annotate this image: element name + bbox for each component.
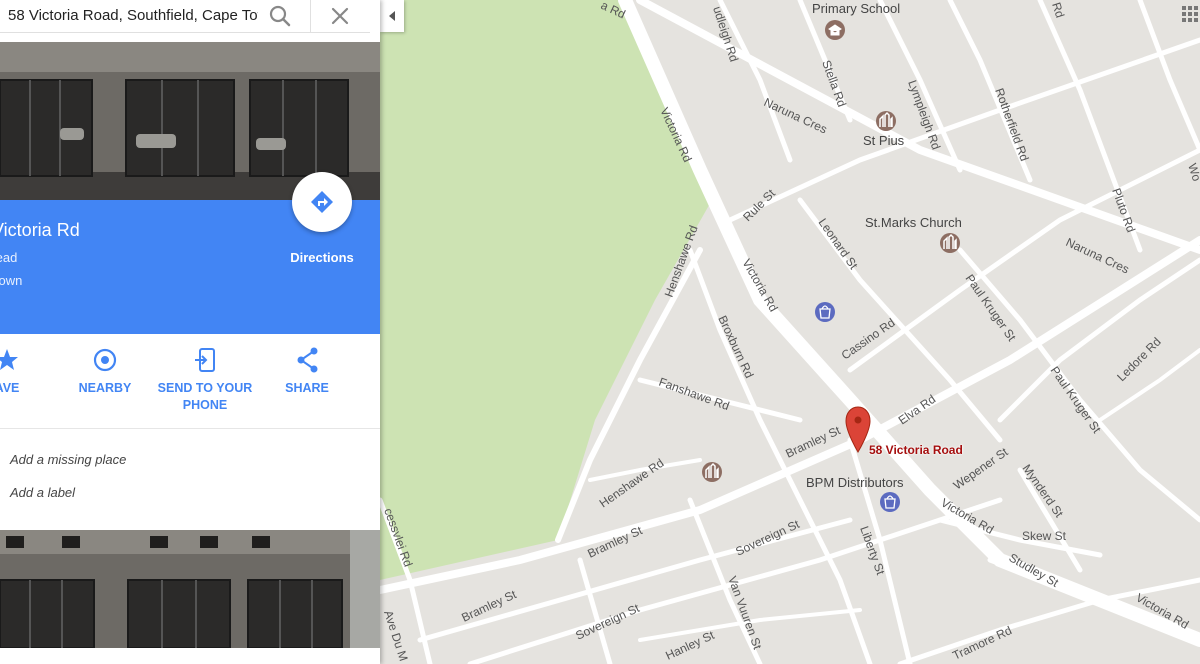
place-panel: Victoria Rd tead Town Directions AVE <box>0 0 380 664</box>
poi-label-primary-school[interactable]: Primary School <box>812 1 900 16</box>
send-to-phone-icon <box>195 348 215 372</box>
nearby-icon <box>93 348 117 372</box>
directions-icon <box>311 191 333 213</box>
action-label: SHARE <box>285 381 329 395</box>
send-to-phone-button[interactable]: SEND TO YOUR PHONE <box>150 334 260 424</box>
close-button[interactable] <box>326 3 354 29</box>
search-icon <box>269 5 291 27</box>
search-divider <box>310 0 311 32</box>
street-label-skew-st: Skew St <box>1022 529 1067 543</box>
place-subtitle: tead <box>0 250 18 265</box>
poi-label-bpm-distributors[interactable]: BPM Distributors <box>806 475 904 490</box>
search-input[interactable] <box>8 7 258 24</box>
shopping-icon[interactable] <box>880 492 900 512</box>
directions-button[interactable] <box>292 172 352 232</box>
apps-grid-icon[interactable] <box>1180 4 1200 24</box>
shopping-icon[interactable] <box>815 302 835 322</box>
action-label: SEND TO YOUR PHONE <box>157 381 253 412</box>
search-bar <box>0 0 370 33</box>
search-button[interactable] <box>266 3 294 29</box>
poi-label-st-pius[interactable]: St Pius <box>863 133 905 148</box>
add-missing-place-link[interactable]: Add a missing place <box>10 452 126 467</box>
add-label-link[interactable]: Add a label <box>10 485 75 500</box>
pin-label[interactable]: 58 Victoria Road <box>869 443 963 457</box>
share-button[interactable]: SHARE <box>252 334 362 424</box>
place-title: Victoria Rd <box>0 220 80 240</box>
place-subtitle: Town <box>0 273 23 288</box>
close-icon <box>331 7 349 25</box>
street-view-photo[interactable] <box>0 530 380 648</box>
caret-left-icon <box>389 11 395 21</box>
directions-label[interactable]: Directions <box>280 250 364 265</box>
nearby-button[interactable]: NEARBY <box>50 334 160 424</box>
action-label: NEARBY <box>78 381 132 395</box>
collapse-panel-button[interactable] <box>380 0 404 32</box>
poi-label-st-marks-church[interactable]: St.Marks Church <box>865 215 962 230</box>
share-icon <box>297 347 318 373</box>
action-bar: AVE NEARBY SEND TO YOUR PHONE <box>0 334 380 429</box>
